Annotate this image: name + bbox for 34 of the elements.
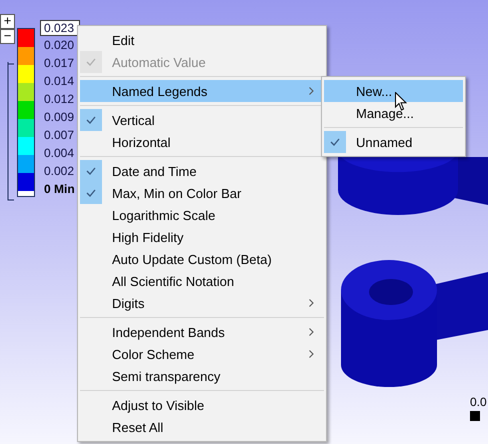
min-value-label: 0 Min [43, 181, 76, 198]
legend-value: 0.009 [43, 109, 76, 126]
menu-item[interactable]: Horizontal [80, 131, 324, 153]
legend-value: 0.012 [43, 91, 76, 108]
legend-value: 0.004 [43, 145, 76, 162]
legend-value: 0.002 [43, 163, 76, 180]
menu-item[interactable]: Semi transparency [80, 365, 324, 387]
menu-item[interactable]: High Fidelity [80, 226, 324, 248]
menu-item[interactable]: Reset All [80, 416, 324, 438]
menu-item[interactable]: Unnamed [324, 131, 463, 153]
menu-item[interactable]: Independent Bands [80, 321, 324, 343]
menu-item[interactable]: Adjust to Visible [80, 394, 324, 416]
menu-item[interactable]: Digits [80, 292, 324, 314]
legend-swatch [470, 411, 480, 421]
collapse-button[interactable]: − [0, 29, 15, 44]
menu-item[interactable]: Logarithmic Scale [80, 204, 324, 226]
menu-item[interactable]: Auto Update Custom (Beta) [80, 248, 324, 270]
legend-value: 0.007 [43, 127, 76, 144]
legend-value: 0.0 [470, 395, 487, 409]
menu-item[interactable]: Max, Min on Color Bar [80, 182, 324, 204]
max-value-field[interactable]: 0.023 [40, 20, 80, 36]
legend-value: 0.017 [43, 55, 76, 72]
menu-item[interactable]: All Scientific Notation [80, 270, 324, 292]
legend-value: 0.014 [43, 73, 76, 90]
menu-item[interactable]: Date and Time [80, 160, 324, 182]
expand-button[interactable]: + [0, 14, 15, 29]
menu-item[interactable]: Edit [80, 29, 324, 51]
menu-item[interactable]: Vertical [80, 109, 324, 131]
menu-item[interactable]: Named Legends [80, 80, 324, 102]
menu-item[interactable]: New... [324, 80, 463, 102]
menu-item[interactable]: Color Scheme [80, 343, 324, 365]
legend-value: 0.020 [43, 37, 76, 54]
menu-item[interactable]: Manage... [324, 102, 463, 124]
cursor-icon [395, 92, 407, 111]
